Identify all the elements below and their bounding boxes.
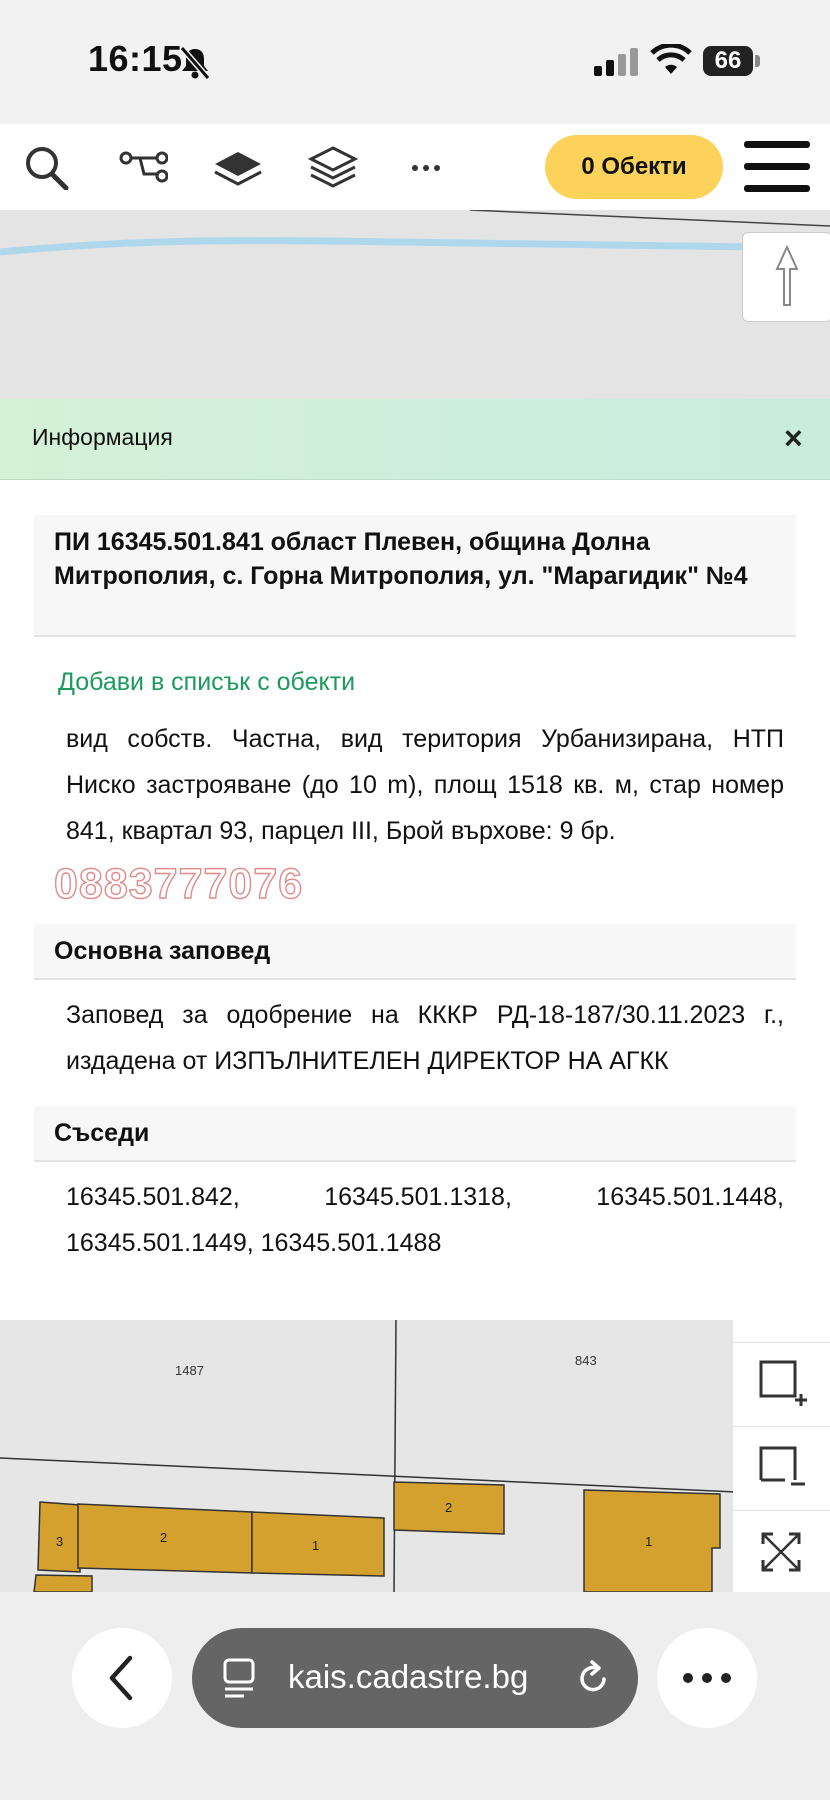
building-label: 1 (312, 1538, 319, 1553)
parcel-address: ПИ 16345.501.841 област Плевен, община Д… (34, 515, 796, 637)
select-add-icon (759, 1360, 807, 1406)
more-icon[interactable] (401, 144, 451, 190)
status-time: 16:15 (88, 38, 183, 79)
expand-icon (761, 1532, 801, 1572)
close-icon[interactable]: × (784, 420, 803, 457)
parcel-label-1487: 1487 (175, 1363, 204, 1378)
neighbors-heading: Съседи (34, 1106, 796, 1162)
building-fragment (33, 1574, 93, 1592)
search-icon[interactable] (22, 144, 72, 190)
map-view-top[interactable] (0, 210, 830, 400)
menu-icon[interactable] (744, 141, 810, 193)
building-label: 2 (445, 1500, 452, 1515)
order-text: Заповед за одобрение на КККР РД-18-187/3… (66, 1001, 784, 1075)
north-arrow-button[interactable] (742, 232, 830, 322)
cadastre-map: 1487 843 3 2 1 2 1 (0, 1320, 737, 1592)
battery-indicator: 66 (703, 46, 753, 76)
layer-icon[interactable] (213, 144, 263, 190)
order-heading: Основна заповед (34, 924, 796, 980)
map-top-drawing (0, 210, 830, 256)
select-add-button[interactable] (733, 1342, 830, 1427)
back-button[interactable] (72, 1628, 172, 1728)
map-view-bottom[interactable]: 1487 843 3 2 1 2 1 (0, 1320, 830, 1592)
map-tool-partial[interactable] (733, 1320, 830, 1343)
ellipsis-icon (683, 1673, 731, 1683)
chevron-left-icon (109, 1655, 133, 1701)
neighbors-text: 16345.501.842, 16345.501.1318, 16345.501… (66, 1183, 784, 1257)
layers-stack-icon[interactable] (308, 144, 358, 190)
bell-muted-icon (179, 46, 211, 80)
wifi-icon (650, 44, 692, 74)
phone-watermark: 0883777076 (53, 859, 304, 908)
url-text[interactable]: kais.cadastre.bg (288, 1658, 528, 1696)
north-arrow-icon (775, 244, 799, 306)
building-label: 1 (645, 1534, 652, 1549)
select-remove-button[interactable] (733, 1426, 830, 1511)
cellular-signal-icon (594, 48, 638, 76)
add-to-objects-link[interactable]: Добави в списък с обекти (58, 668, 355, 697)
map-tools-panel (733, 1320, 830, 1592)
reload-icon[interactable] (574, 1660, 612, 1698)
info-panel-title: Информация (32, 424, 173, 450)
building-label: 3 (56, 1534, 63, 1549)
parcel-label-843: 843 (575, 1353, 597, 1368)
page-menu-icon[interactable] (222, 1656, 258, 1700)
parcel-details: вид собств. Частна, вид територия Урбани… (66, 725, 784, 845)
fullscreen-button[interactable] (733, 1510, 830, 1594)
objects-button[interactable]: 0 Обекти (545, 135, 723, 199)
route-icon[interactable] (118, 144, 168, 190)
more-options-button[interactable] (657, 1628, 757, 1728)
building-label: 2 (160, 1530, 167, 1545)
select-remove-icon (759, 1446, 805, 1486)
battery-tip (755, 55, 760, 67)
